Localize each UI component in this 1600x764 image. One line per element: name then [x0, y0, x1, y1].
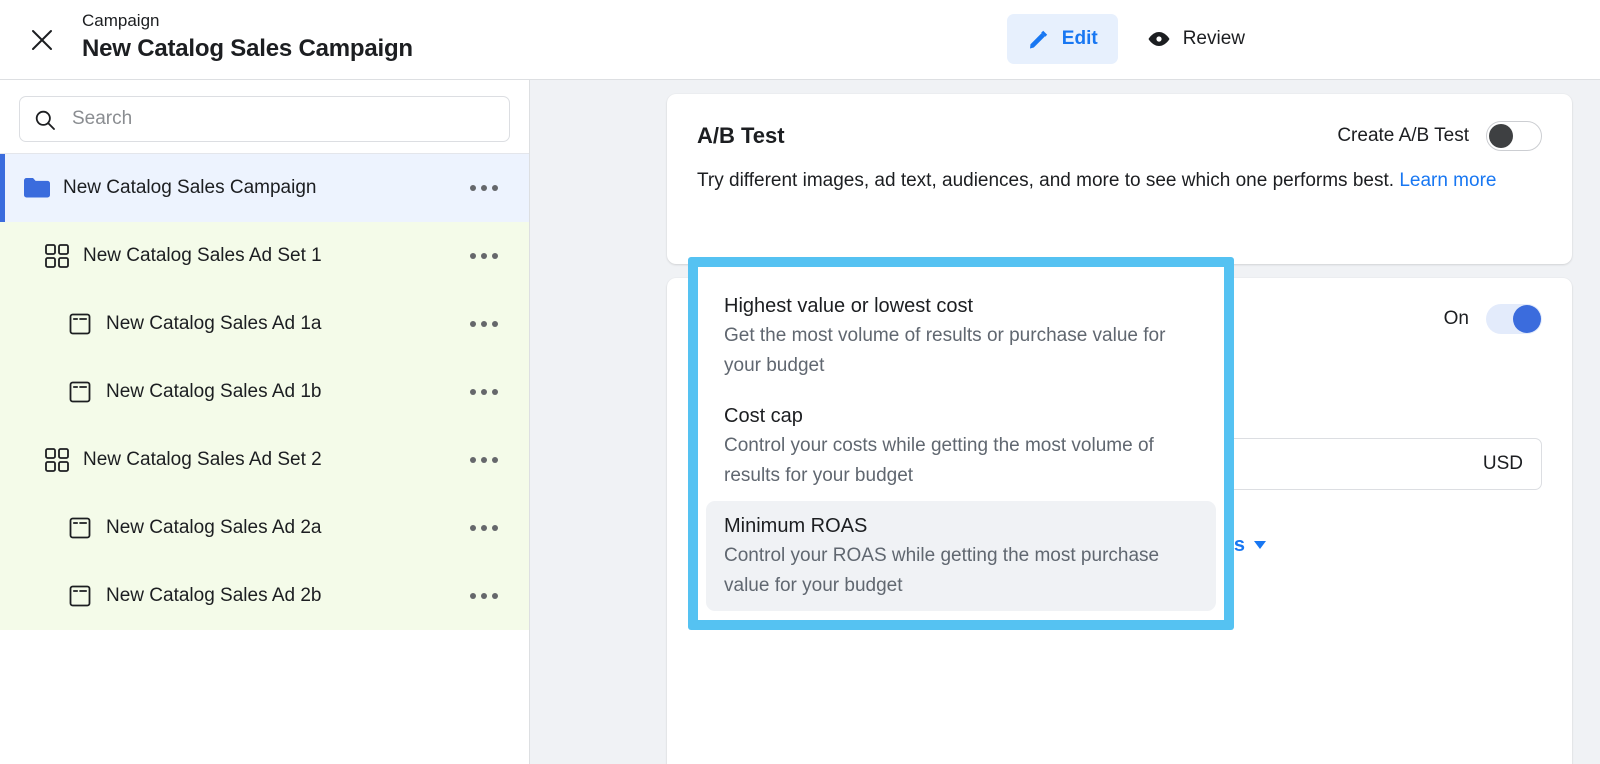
edit-button-label: Edit [1061, 28, 1098, 49]
dropdown-option-title: Minimum ROAS [724, 515, 868, 537]
ab-test-description-text: Try different images, ad text, audiences… [697, 170, 1395, 191]
close-button[interactable] [24, 22, 60, 58]
tree-row-label: New Catalog Sales Ad 2a [106, 517, 322, 538]
ellipsis-icon[interactable] [466, 177, 502, 199]
bid-strategy-dropdown-highlight: Highest value or lowest cost Get the mos… [688, 257, 1234, 630]
search-container [0, 80, 529, 154]
tree-row-ad-2a[interactable]: New Catalog Sales Ad 2a [0, 494, 529, 562]
ellipsis-icon[interactable] [466, 517, 502, 539]
learn-more-link[interactable]: Learn more [1399, 170, 1496, 191]
header-eyebrow: Campaign [82, 11, 160, 30]
grid-icon [44, 243, 70, 269]
tree-row-ad-1a[interactable]: New Catalog Sales Ad 1a [0, 290, 529, 358]
switch-knob [1513, 305, 1541, 333]
review-button[interactable]: Review [1126, 14, 1265, 64]
ab-test-description: Try different images, ad text, audiences… [667, 151, 1572, 196]
dropdown-option-cost-cap[interactable]: Cost cap Control your costs while gettin… [706, 391, 1216, 501]
create-ab-test-switch[interactable] [1486, 121, 1542, 151]
create-ab-test-label: Create A/B Test [1337, 125, 1469, 146]
close-icon [29, 27, 55, 53]
campaign-budget-toggle-label: On [1443, 308, 1469, 329]
dropdown-option-highest-value[interactable]: Highest value or lowest cost Get the mos… [706, 281, 1216, 391]
ellipsis-icon[interactable] [466, 245, 502, 267]
campaign-budget-toggle-group: On [1444, 304, 1542, 334]
page-title: New Catalog Sales Campaign [82, 35, 413, 62]
tree-row-ad-1b[interactable]: New Catalog Sales Ad 1b [0, 358, 529, 426]
row-accent [0, 154, 5, 222]
tree-row-campaign[interactable]: New Catalog Sales Campaign [0, 154, 529, 222]
app-header: Campaign New Catalog Sales Campaign Edit… [0, 0, 1600, 80]
dropdown-option-description: Control your costs while getting the mos… [724, 435, 1154, 486]
ellipsis-icon[interactable] [466, 313, 502, 335]
ab-test-card-header: A/B Test Create A/B Test [667, 94, 1572, 151]
ad-window-icon [68, 312, 92, 336]
ad-window-icon [68, 584, 92, 608]
tree-row-label: New Catalog Sales Ad 2b [106, 585, 322, 606]
dropdown-option-title: Cost cap [724, 405, 803, 427]
ad-window-icon [68, 516, 92, 540]
tree-row-ad-2b[interactable]: New Catalog Sales Ad 2b [0, 562, 529, 630]
dropdown-option-title: Highest value or lowest cost [724, 295, 974, 317]
search-input[interactable] [20, 97, 509, 141]
header-actions: Edit Review [1006, 14, 1265, 64]
create-ab-test-toggle-group: Create A/B Test [1337, 121, 1542, 151]
campaign-tree: New Catalog Sales Campaign New Catalog S… [0, 154, 529, 630]
tree-row-label: New Catalog Sales Ad Set 2 [83, 449, 322, 470]
dropdown-option-minimum-roas[interactable]: Minimum ROAS Control your ROAS while get… [706, 501, 1216, 611]
tree-row-label: New Catalog Sales Ad 1b [106, 381, 322, 402]
search-box[interactable] [19, 96, 510, 142]
grid-icon [44, 447, 70, 473]
tree-row-adset-2[interactable]: New Catalog Sales Ad Set 2 [0, 426, 529, 494]
edit-button[interactable]: Edit [1006, 14, 1118, 64]
bid-strategy-dropdown: Highest value or lowest cost Get the mos… [698, 267, 1224, 620]
dropdown-option-description: Get the most volume of results or purcha… [724, 325, 1166, 376]
search-icon [34, 109, 56, 136]
dropdown-option-description: Control your ROAS while getting the most… [724, 545, 1160, 596]
ellipsis-icon[interactable] [466, 381, 502, 403]
pencil-icon [1027, 27, 1051, 51]
currency-suffix: USD [1482, 453, 1523, 474]
campaign-budget-switch[interactable] [1486, 304, 1542, 334]
ellipsis-icon[interactable] [466, 585, 502, 607]
tree-row-label: New Catalog Sales Ad 1a [106, 313, 322, 334]
ab-test-card: A/B Test Create A/B Test Try different i… [667, 94, 1572, 264]
tree-row-adset-1[interactable]: New Catalog Sales Ad Set 1 [0, 222, 529, 290]
ellipsis-icon[interactable] [466, 449, 502, 471]
tree-row-label: New Catalog Sales Campaign [63, 177, 317, 198]
switch-knob [1489, 124, 1513, 148]
caret-down-icon [1254, 541, 1267, 549]
review-button-label: Review [1182, 28, 1245, 49]
folder-icon [23, 176, 51, 200]
sidebar: New Catalog Sales Campaign New Catalog S… [0, 80, 530, 764]
eye-icon [1146, 26, 1172, 52]
ab-test-title: A/B Test [697, 123, 785, 148]
ad-window-icon [68, 380, 92, 404]
tree-row-label: New Catalog Sales Ad Set 1 [83, 245, 322, 266]
header-title-group: Campaign New Catalog Sales Campaign [82, 9, 413, 65]
